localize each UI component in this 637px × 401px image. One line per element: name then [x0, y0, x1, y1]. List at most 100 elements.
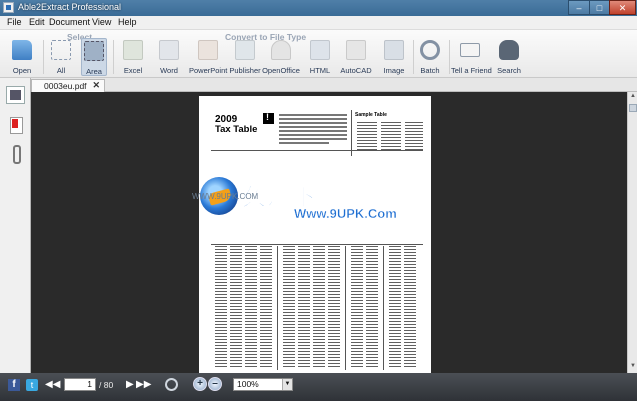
page-thumbnails-button[interactable] [6, 86, 25, 104]
autocad-icon [346, 40, 366, 60]
rule [277, 246, 278, 370]
menu-bar: File Edit Document View Help [0, 16, 637, 30]
table-column [298, 246, 310, 368]
menu-document[interactable]: Document [49, 17, 90, 27]
left-sidebar [0, 78, 31, 373]
gears-icon [420, 40, 440, 60]
table-column [283, 246, 295, 368]
convert-excel-button[interactable]: Excel [118, 38, 148, 76]
zoom-in-icon[interactable]: + [193, 377, 207, 391]
status-bar: f t ◀◀ 1 / 80 ▶ ▶▶ + – 100% ▼ [0, 373, 637, 401]
table-column [404, 246, 416, 368]
sample-table-column [405, 122, 423, 152]
select-all-button[interactable]: All [48, 38, 74, 76]
envelope-icon [460, 43, 480, 57]
text-line [279, 114, 347, 116]
batch-button[interactable]: Batch [416, 38, 444, 76]
convert-powerpoint-button[interactable]: PowerPoint [189, 38, 227, 76]
document-viewer[interactable]: 2009 Tax Table Sample Table [31, 92, 627, 373]
binoculars-icon [499, 40, 519, 60]
document-tab[interactable]: 0003eu.pdf ✕ [31, 79, 105, 92]
text-line [279, 134, 347, 136]
menu-file[interactable]: File [7, 17, 22, 27]
select-area-button[interactable]: Area [81, 38, 107, 76]
table-column [230, 246, 242, 368]
table-column [389, 246, 401, 368]
convert-html-button[interactable]: HTML [306, 38, 334, 76]
page-heading-title: Tax Table [215, 124, 258, 135]
table-column [328, 246, 340, 368]
menu-help[interactable]: Help [118, 17, 137, 27]
close-button[interactable]: ✕ [609, 0, 636, 15]
caution-icon [263, 112, 274, 124]
document-tab-label: 0003eu.pdf [44, 81, 87, 91]
page-number-input[interactable]: 1 [64, 378, 96, 391]
text-line [279, 122, 347, 124]
scroll-down-icon[interactable]: ▼ [629, 363, 637, 372]
table-column [245, 246, 257, 368]
window-title: Able2Extract Professional [18, 2, 122, 12]
excel-icon [123, 40, 143, 60]
table-column [215, 246, 227, 368]
openoffice-icon [271, 40, 291, 60]
text-line [279, 138, 347, 140]
chevron-down-icon[interactable]: ▼ [282, 379, 292, 390]
maximize-button[interactable]: □ [589, 0, 610, 15]
close-tab-icon[interactable]: ✕ [92, 80, 100, 91]
tell-a-friend-button[interactable]: Tell a Friend [451, 38, 492, 76]
bookmarks-button[interactable] [6, 116, 25, 134]
next-page-icon[interactable]: ▶ [126, 379, 134, 391]
table-column [366, 246, 378, 368]
convert-publisher-button[interactable]: Publisher [229, 38, 261, 76]
sample-table-column [381, 122, 401, 152]
text-line [279, 118, 347, 120]
select-all-icon [51, 40, 71, 60]
attachments-paperclip-button[interactable] [6, 144, 25, 164]
watermark-url: Www.9UPK.Com [294, 206, 397, 221]
vertical-scrollbar[interactable]: ▲ ▼ [627, 92, 637, 373]
image-icon [384, 40, 404, 60]
scroll-up-icon[interactable]: ▲ [629, 93, 637, 102]
first-page-icon[interactable]: ◀◀ [45, 379, 60, 391]
open-button[interactable]: Open [6, 38, 38, 76]
zoom-out-icon[interactable]: – [208, 377, 222, 391]
page-total: / 80 [99, 380, 114, 390]
word-icon [159, 40, 179, 60]
menu-view[interactable]: View [92, 17, 111, 27]
text-line [279, 126, 347, 128]
search-button[interactable]: Search [494, 38, 524, 76]
minimize-button[interactable]: – [568, 0, 590, 15]
scroll-thumb[interactable] [629, 104, 637, 112]
facebook-icon[interactable]: f [8, 379, 20, 391]
separator [413, 40, 414, 74]
watermark-small-text: WWW.9UPK.COM [192, 192, 259, 201]
convert-autocad-button[interactable]: AutoCAD [339, 38, 373, 76]
separator [449, 40, 450, 74]
rule [211, 150, 423, 151]
table-column [351, 246, 363, 368]
menu-edit[interactable]: Edit [29, 17, 45, 27]
refresh-icon[interactable] [165, 378, 178, 391]
app-icon [3, 2, 14, 13]
text-line [279, 130, 347, 132]
zoom-select[interactable]: 100% ▼ [233, 378, 293, 391]
sample-table-column [357, 122, 377, 152]
document-tab-bar: 0003eu.pdf ✕ [0, 78, 637, 92]
rule [211, 244, 423, 245]
convert-openoffice-button[interactable]: OpenOffice [262, 38, 300, 76]
separator [113, 40, 114, 74]
table-column [313, 246, 325, 368]
convert-image-button[interactable]: Image [379, 38, 409, 76]
last-page-icon[interactable]: ▶▶ [136, 379, 151, 391]
sample-table-label: Sample Table [355, 112, 387, 118]
pdf-page: 2009 Tax Table Sample Table [199, 96, 431, 373]
rule [383, 246, 384, 370]
text-line [279, 142, 329, 144]
html-icon [310, 40, 330, 60]
rule [345, 246, 346, 370]
table-column [260, 246, 272, 368]
separator [43, 40, 44, 74]
twitter-icon[interactable]: t [26, 379, 38, 391]
convert-word-button[interactable]: Word [154, 38, 184, 76]
publisher-icon [235, 40, 255, 60]
